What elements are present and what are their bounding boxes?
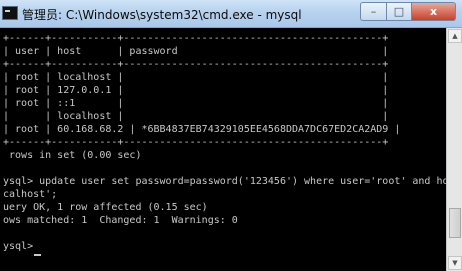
console-line: ows matched: 1 Changed: 1 Warnings: 0 xyxy=(3,215,238,226)
console-line: +------+-----------+--------------------… xyxy=(3,59,389,70)
console-line: ysql> update user set password=password(… xyxy=(3,176,446,187)
console-line: | | localhost | | xyxy=(3,111,389,122)
window-title: 管理员: C:\Windows\system32\cmd.exe - mysql xyxy=(22,8,302,22)
maximize-button[interactable]: □ xyxy=(386,2,412,21)
console-output[interactable]: +------+-----------+--------------------… xyxy=(0,28,446,271)
title-bar[interactable]: 管理员: C:\Windows\system32\cmd.exe - mysql… xyxy=(0,0,462,28)
console-line: | root | ::1 | | xyxy=(3,98,389,109)
close-button[interactable]: x xyxy=(412,2,456,21)
console-line: +------+-----------+--------------------… xyxy=(3,137,389,148)
scroll-up-arrow-icon[interactable]: ▲ xyxy=(448,29,462,43)
console-line: uery OK, 1 row affected (0.15 sec) xyxy=(3,202,208,213)
console-line: calhost'; xyxy=(3,189,58,200)
console-line: | root | 127.0.0.1 | | xyxy=(3,85,389,96)
scroll-down-arrow-icon[interactable]: ▼ xyxy=(448,256,462,270)
console-line: rows in set (0.00 sec) xyxy=(3,150,142,161)
console-prompt: ysql> xyxy=(3,241,34,252)
console-text: +------+-----------+--------------------… xyxy=(0,28,446,253)
text-cursor xyxy=(34,254,41,256)
console-line: | root | localhost | | xyxy=(3,72,389,83)
console-line: | user | host | password | xyxy=(3,46,389,57)
minimize-button[interactable]: – xyxy=(360,2,386,21)
vertical-scrollbar[interactable]: ▲ ▼ xyxy=(446,28,462,271)
console-line: +------+-----------+--------------------… xyxy=(3,33,389,44)
window-controls: – □ x xyxy=(360,2,456,22)
console-line: | root | 60.168.68.2 | *6BB4837EB7432910… xyxy=(3,124,401,135)
scrollbar-thumb[interactable] xyxy=(449,208,461,238)
cmd-icon[interactable] xyxy=(2,6,18,20)
